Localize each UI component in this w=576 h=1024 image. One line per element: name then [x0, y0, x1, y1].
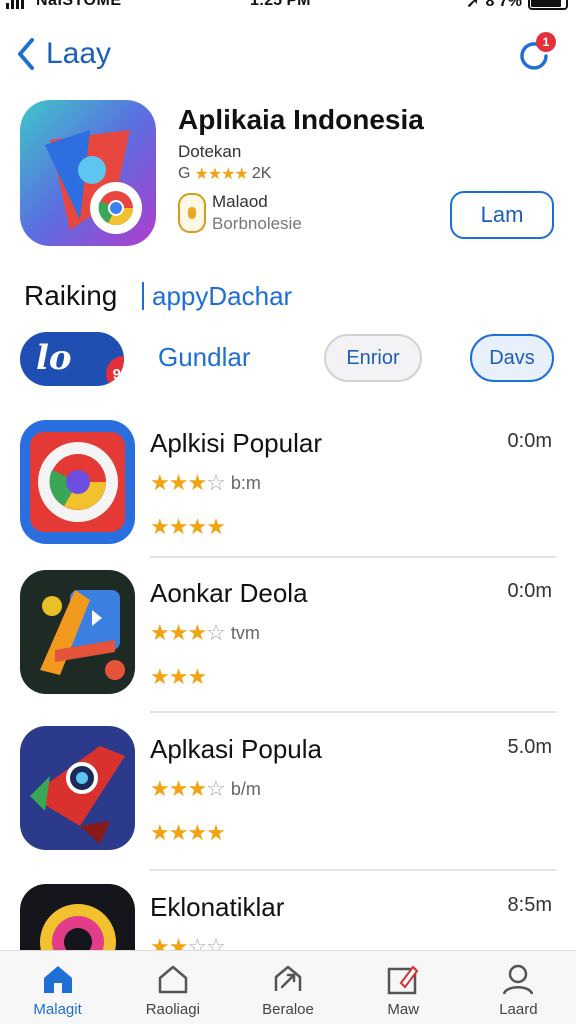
- section-link[interactable]: appyDachar: [142, 282, 292, 310]
- edit-icon: [387, 965, 419, 995]
- divider: [150, 711, 556, 713]
- rating-count: 2K: [251, 165, 272, 182]
- tab-label: Malagit: [33, 1001, 82, 1018]
- rating-stars: ★★★★: [194, 166, 248, 183]
- age-badge-icon: [178, 193, 206, 233]
- brand-badge: 95: [106, 356, 124, 386]
- tab-home[interactable]: Malagit: [0, 951, 115, 1024]
- app-list-icon: [20, 570, 135, 694]
- app-title: Aplikaia Indonesia: [178, 104, 424, 135]
- meta-line-2: Borbnolesie: [212, 214, 302, 233]
- get-button[interactable]: Lam: [450, 191, 554, 239]
- app-developer[interactable]: Dotekan: [178, 142, 241, 162]
- status-time: 1:25 PM: [250, 0, 311, 9]
- item-name: Eklonatiklar: [150, 892, 285, 922]
- item-rating: ★★★☆ b/m: [150, 776, 261, 802]
- signal-icon: [6, 0, 24, 9]
- tab-third[interactable]: Beraloe: [230, 951, 345, 1024]
- list-item[interactable]: Aonkar Deola 0:0m ★★★☆ tvm ★★★: [0, 570, 576, 720]
- status-right: ➚ 8 7%: [466, 0, 568, 12]
- list-item[interactable]: Aplkisi Popular 0:0m ★★★☆ b:m ★★★★: [0, 420, 576, 570]
- chevron-left-icon: [18, 38, 34, 70]
- carrier-name: NaISTOME: [36, 0, 122, 9]
- share-icon: [274, 965, 302, 991]
- filter-pill-2[interactable]: Davs: [470, 334, 554, 382]
- item-rating: ★★★☆ tvm: [150, 620, 260, 646]
- tab-label: Beraloe: [262, 1001, 314, 1018]
- section-title: Raiking: [24, 280, 118, 311]
- filter-label[interactable]: Gundlar: [158, 342, 251, 373]
- tab-fifth[interactable]: Laard: [461, 951, 576, 1024]
- item-rating-count: tvm: [230, 622, 260, 643]
- item-size: 0:0m: [507, 430, 552, 452]
- back-button[interactable]: Laay: [16, 36, 111, 72]
- item-stars-secondary: ★★★★: [150, 514, 226, 539]
- app-list-icon: [20, 420, 135, 544]
- item-stars: ★★★☆: [150, 470, 226, 495]
- item-size: 5.0m: [507, 736, 552, 758]
- tab-label: Laard: [499, 1001, 538, 1018]
- tab-fourth[interactable]: Maw: [346, 951, 461, 1024]
- house-outline-icon: [158, 965, 188, 994]
- location-icon: ➚: [466, 0, 480, 11]
- tab-bar: Malagit Raoliagi Beraloe Maw Laard: [0, 950, 576, 1024]
- list-item[interactable]: Aplkasi Popula 5.0m ★★★☆ b/m ★★★★: [0, 726, 576, 876]
- brand-logo[interactable]: lo 95: [20, 332, 124, 386]
- item-stars: ★★★☆: [150, 620, 226, 645]
- app-meta: Malaod Borbnolesie: [178, 192, 302, 234]
- back-label: Laay: [46, 37, 112, 70]
- item-name: Aplkisi Popular: [150, 428, 322, 458]
- status-bar: NaISTOME 1:25 PM ➚ 8 7%: [0, 0, 576, 18]
- tab-label: Maw: [387, 1001, 420, 1018]
- app-list-icon: [20, 726, 135, 850]
- app-icon: [20, 100, 156, 246]
- item-size: 0:0m: [507, 580, 552, 602]
- app-rating: G ★★★★ 2K: [178, 164, 271, 184]
- meta-line-1: Malaod: [212, 192, 268, 211]
- battery-icon: [528, 0, 568, 10]
- notification-badge: 1: [536, 32, 556, 52]
- divider: [150, 556, 556, 558]
- item-size: 8:5m: [507, 894, 552, 916]
- tab-second[interactable]: Raoliagi: [115, 951, 230, 1024]
- item-stars-secondary: ★★★: [150, 664, 207, 689]
- item-rating-count: b/m: [230, 778, 261, 799]
- item-stars: ★★★☆: [150, 776, 226, 801]
- person-icon: [503, 964, 534, 995]
- battery-percent: 8 7%: [485, 0, 522, 10]
- item-name: Aplkasi Popula: [150, 734, 322, 764]
- brand-logo-text: lo: [36, 338, 72, 378]
- item-rating-count: b:m: [230, 472, 261, 493]
- tab-label: Raoliagi: [145, 1001, 200, 1018]
- divider: [150, 869, 556, 871]
- item-stars-secondary: ★★★★: [150, 820, 226, 845]
- rating-prefix: G: [178, 165, 191, 182]
- home-icon: [43, 966, 72, 993]
- item-name: Aonkar Deola: [150, 578, 308, 608]
- item-rating: ★★★☆ b:m: [150, 470, 261, 496]
- filter-pill-1[interactable]: Enrior: [324, 334, 422, 382]
